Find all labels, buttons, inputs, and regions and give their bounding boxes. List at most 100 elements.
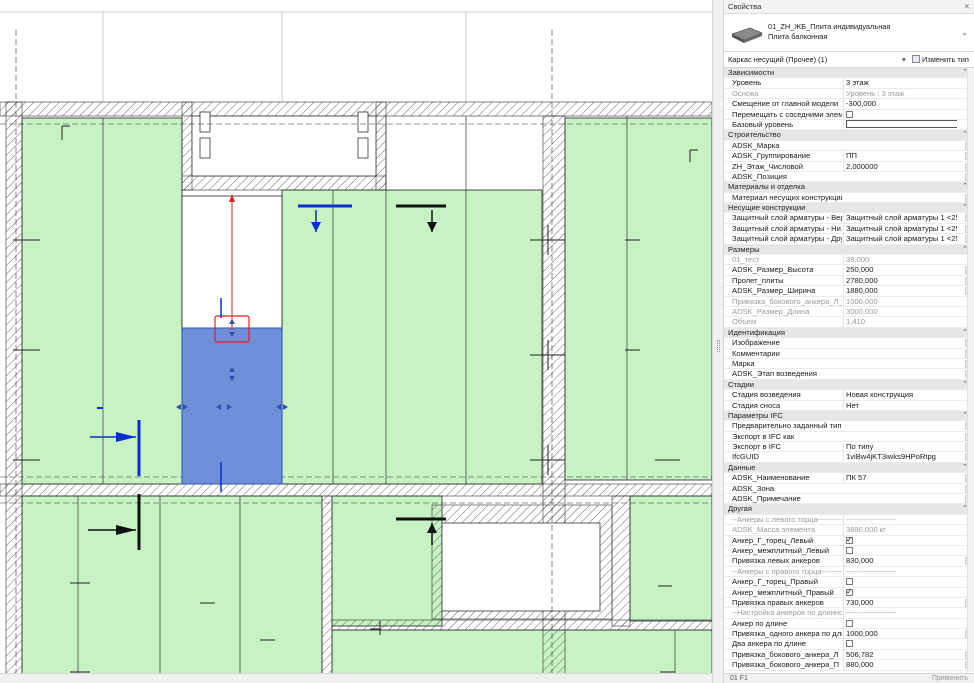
property-row[interactable]: Анкер_межплитный_Правый [724, 587, 974, 598]
property-value[interactable]: По типу [843, 442, 957, 453]
property-row[interactable]: Привязка правых анкеров 730,000 [724, 597, 974, 609]
property-checkbox[interactable] [843, 587, 957, 598]
property-value[interactable]: Новая конструкция [843, 390, 957, 401]
property-value[interactable]: 3880,000 кг [843, 525, 957, 536]
property-row[interactable]: Привязка левых анкеров 830,000 [724, 556, 974, 567]
section-header[interactable]: Другая ⌃ [724, 504, 974, 515]
property-row[interactable]: Защитный слой арматуры - Вер... Защитный … [724, 213, 974, 224]
close-icon[interactable]: ✕ [964, 0, 970, 14]
property-row[interactable]: Предварительно заданный тип IFC [724, 421, 974, 432]
property-row[interactable]: ADSK_Позиция [724, 172, 974, 183]
property-row[interactable]: Анкер_Г_торец_Левый [724, 535, 974, 546]
property-row[interactable]: Стадия сноса Нет [724, 400, 974, 411]
type-selector[interactable]: 01_ZH_ЖБ_Плита индивидуальная Плита балк… [724, 14, 974, 52]
property-row[interactable]: Стадия возведения Новая конструкция [724, 390, 974, 401]
drawing-canvas[interactable] [0, 0, 722, 683]
property-value[interactable]: 3000,000 [843, 306, 957, 318]
property-row[interactable]: Привязка_одного анкера по дли... 1000,000 [724, 629, 974, 640]
property-value[interactable]: -------------------- [843, 608, 957, 619]
property-value[interactable]: -------------------- [843, 514, 957, 526]
section-header[interactable]: Несущие конструкции ⌃ [724, 203, 974, 214]
property-value[interactable]: 1000,000 [843, 629, 957, 640]
checkbox-empty-icon[interactable] [846, 578, 853, 586]
property-row[interactable]: Пролет_плиты 2780,000 [724, 275, 974, 287]
property-row[interactable]: Защитный слой арматуры - Ни... Защитный с… [724, 223, 974, 235]
property-value[interactable]: 1000,000 [843, 296, 957, 307]
property-row[interactable]: --Анкеры с правого торца---------- ------… [724, 566, 974, 578]
section-header[interactable]: Строительство ⌃ [724, 130, 974, 141]
section-header[interactable]: Стадии ⌃ [724, 379, 974, 391]
property-value[interactable]: 39,000 [843, 255, 957, 266]
property-value[interactable]: 1viBw4jKT3iwks9HPoRtpg [843, 452, 957, 463]
property-row[interactable]: --Анкеры с левого торца---------- -------… [724, 514, 974, 526]
filter-dropdown-icon[interactable]: ▾ [902, 52, 906, 68]
property-row[interactable]: Экспорт в IFC По типу [724, 442, 974, 453]
property-value[interactable]: 2,000000 [843, 161, 957, 172]
property-checkbox[interactable] [843, 109, 957, 120]
property-row[interactable]: --Анкеры сверху плиты---------- [724, 671, 974, 672]
property-value[interactable]: Уровень : 3 этаж [843, 88, 957, 100]
property-row[interactable]: Анкер по длине [724, 618, 974, 630]
property-row[interactable]: IfcGUID 1viBw4jKT3iwks9HPoRtpg [724, 452, 974, 463]
property-value[interactable]: Защитный слой арматуры 1 <25 ... [843, 234, 957, 245]
section-header[interactable]: Параметры IFC ⌃ [724, 410, 974, 422]
property-row[interactable]: Анкер_межплитный_Левый [724, 545, 974, 557]
property-row[interactable]: Привязка_бокового_анкера_Л_бул1000,000 [724, 296, 974, 307]
property-input[interactable] [843, 119, 957, 131]
property-row[interactable]: ADSK_Наименование ПК 57 [724, 473, 974, 484]
property-row[interactable]: Привязка_бокового_анкера_П 880,000 [724, 660, 974, 671]
property-row[interactable]: 01_тест 39,000 [724, 255, 974, 266]
property-row[interactable]: Комментарии [724, 349, 974, 359]
property-value[interactable]: 830,000 [843, 556, 957, 567]
property-value[interactable]: 1880,000 [843, 286, 957, 297]
property-row[interactable]: Материал несущих конструкций [724, 193, 974, 204]
property-row[interactable]: ADSK_Группирование ПП [724, 151, 974, 162]
section-header[interactable]: Материалы и отделка ⌃ [724, 182, 974, 193]
selected-slab[interactable] [181, 327, 283, 485]
property-row[interactable]: ADSK_Зона [724, 484, 974, 495]
property-row[interactable]: Привязка_бокового_анкера_Л 506,782 [724, 649, 974, 661]
property-row[interactable]: ADSK_Этап возведения [724, 369, 974, 380]
property-value[interactable]: 3 этаж [843, 78, 957, 89]
property-row[interactable]: ADSK_Марка [724, 141, 974, 152]
property-row[interactable]: Основа Уровень : 3 этаж [724, 88, 974, 100]
property-row[interactable]: Смещение от главной модели -300,000 [724, 99, 974, 110]
view-tabs[interactable]: 01 F1 [730, 674, 748, 683]
property-value[interactable]: 506,782 [843, 649, 957, 661]
property-row[interactable]: Анкер_Г_торец_Правый [724, 577, 974, 588]
property-row[interactable]: ADSK_Размер_Высота 250,000 [724, 265, 974, 276]
horizontal-scrollbar[interactable] [0, 673, 712, 683]
property-row[interactable]: Перемещать с соседними элеме... [724, 109, 974, 120]
property-value[interactable]: 730,000 [843, 597, 957, 609]
apply-button[interactable]: Применить [932, 674, 968, 683]
property-value[interactable]: 250,000 [843, 265, 957, 276]
checkbox-checked-icon[interactable] [846, 588, 853, 597]
property-value[interactable]: 880,000 [843, 660, 957, 671]
property-row[interactable]: ZH_Этаж_Числовой 2,000000 [724, 161, 974, 172]
property-checkbox[interactable] [843, 618, 957, 630]
property-checkbox[interactable] [843, 535, 957, 546]
property-row[interactable]: ADSK_Размер_Ширина 1880,000 [724, 286, 974, 297]
property-row[interactable]: Защитный слой арматуры - Дру... Защитный … [724, 234, 974, 245]
property-value[interactable]: 1,410 [843, 317, 957, 328]
property-value[interactable]: -300,000 [843, 99, 957, 110]
property-checkbox[interactable] [843, 639, 957, 650]
property-row[interactable]: Изображение [724, 338, 974, 349]
checkbox-empty-icon[interactable] [846, 640, 853, 648]
section-header[interactable]: Идентификация ⌃ [724, 327, 974, 339]
property-row[interactable]: Уровень 3 этаж [724, 78, 974, 89]
property-value[interactable]: ПК 57 [843, 473, 957, 484]
property-checkbox[interactable] [843, 577, 957, 588]
level-input-field[interactable] [846, 119, 957, 128]
panel-splitter[interactable] [712, 0, 724, 683]
property-row[interactable]: Марка [724, 359, 974, 370]
property-value[interactable]: 2780,000 [843, 275, 957, 287]
checkbox-empty-icon[interactable] [846, 619, 853, 627]
property-row[interactable]: ADSK_Размер_Длина 3000,000 [724, 306, 974, 318]
vertical-scrollbar[interactable] [967, 68, 974, 672]
property-row[interactable]: Объем 1,410 [724, 317, 974, 328]
instance-filter[interactable]: Каркас несущий (Прочее) (1) ▾ Изменить т… [724, 52, 974, 68]
property-checkbox[interactable] [843, 545, 957, 557]
property-row[interactable]: Базовый уровень [724, 119, 974, 131]
floor-plan-drawing[interactable] [0, 0, 712, 683]
